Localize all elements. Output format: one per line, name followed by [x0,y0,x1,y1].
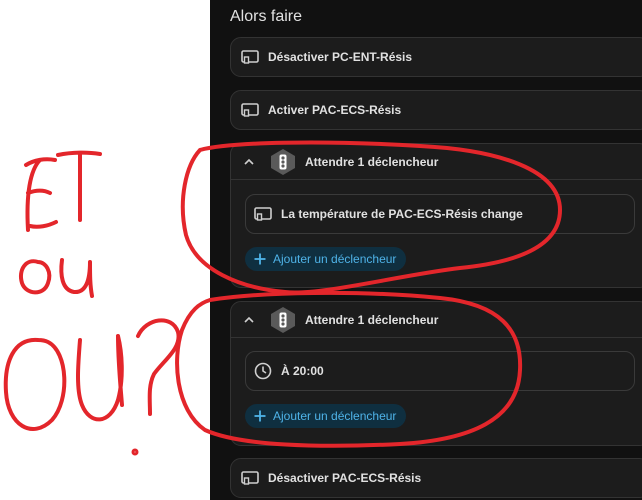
device-icon [241,103,259,117]
wait-block-title: Attendre 1 déclencheur [305,154,439,169]
add-trigger-label: Ajouter un déclencheur [273,252,397,266]
chevron-up-icon[interactable] [243,156,255,168]
add-trigger-label: Ajouter un déclencheur [273,409,397,423]
section-title: Alors faire [230,8,303,25]
traffic-light-icon [271,306,295,333]
action-disable-pac-ecs[interactable]: Désactiver PAC-ECS-Résis [230,458,642,498]
wait-block-header[interactable]: Attendre 1 déclencheur [231,144,642,180]
trigger-state-change[interactable]: La température de PAC-ECS-Résis change [245,194,635,234]
automation-editor-panel: Alors faire Désactiver PC-ENT-Résis Acti… [210,0,642,500]
device-icon [254,207,272,221]
wait-block-title: Attendre 1 déclencheur [305,312,439,327]
wait-for-trigger-block-2: Attendre 1 déclencheur À 20:00 Ajouter u… [230,301,642,446]
chevron-up-icon[interactable] [243,314,255,326]
action-enable-pac-ecs[interactable]: Activer PAC-ECS-Résis [230,90,642,130]
clock-icon [254,362,272,380]
wait-for-trigger-block-1: Attendre 1 déclencheur La température de… [230,143,642,288]
trigger-label: À 20:00 [281,364,324,378]
action-label: Désactiver PAC-ECS-Résis [268,471,422,485]
plus-icon [254,410,266,422]
action-disable-pc-ent[interactable]: Désactiver PC-ENT-Résis [230,37,642,77]
action-label: Activer PAC-ECS-Résis [268,103,402,117]
add-trigger-button[interactable]: Ajouter un déclencheur [245,247,407,271]
device-icon [241,50,259,64]
trigger-time[interactable]: À 20:00 [245,351,635,391]
action-label: Désactiver PC-ENT-Résis [268,50,413,64]
trigger-label: La température de PAC-ECS-Résis change [281,207,523,221]
wait-block-header[interactable]: Attendre 1 déclencheur [231,302,642,338]
traffic-light-icon [271,148,295,175]
add-trigger-button[interactable]: Ajouter un déclencheur [245,404,407,428]
plus-icon [254,253,266,265]
annotation-area [0,0,210,500]
device-icon [241,471,259,485]
